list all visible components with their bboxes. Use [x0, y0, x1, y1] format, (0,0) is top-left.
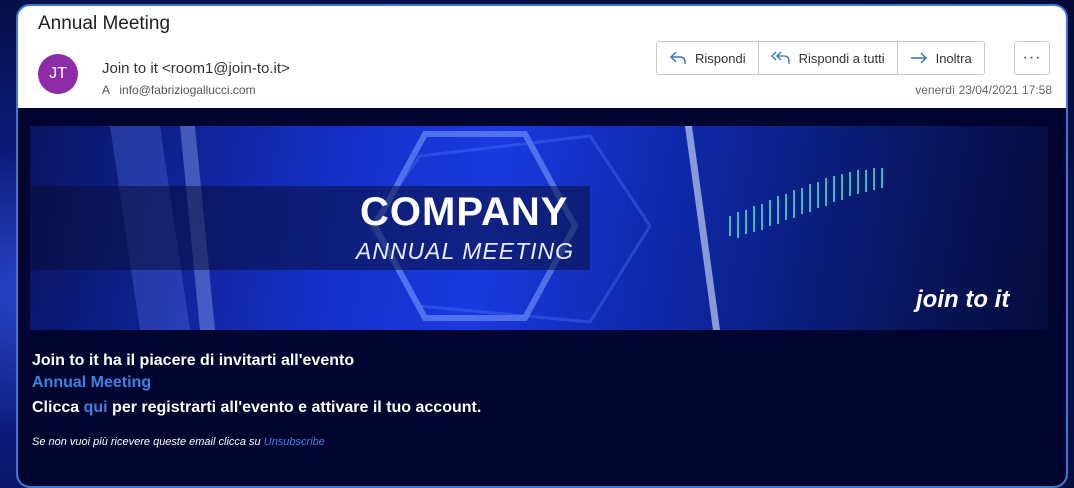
- recipient-prefix: A: [102, 83, 111, 97]
- sender-avatar[interactable]: JT: [38, 54, 78, 94]
- reply-label: Rispondi: [695, 50, 746, 66]
- register-line: Clicca qui per registrarti all'evento e …: [32, 399, 481, 417]
- email-date: venerdì 23/04/2021 17:58: [915, 83, 1052, 97]
- register-text-before: Clicca: [32, 399, 80, 416]
- email-subject: Annual Meeting: [38, 13, 171, 34]
- invite-text: Join to it ha il piacere di invitarti al…: [32, 352, 355, 369]
- unsubscribe-link[interactable]: Unsubscribe: [264, 436, 325, 448]
- event-name-link[interactable]: Annual Meeting: [32, 374, 151, 392]
- reply-all-label: Rispondi a tutti: [798, 50, 885, 66]
- register-text-after: per registrarti all'evento e attivare il…: [112, 399, 482, 416]
- recipient-address[interactable]: info@fabriziogallucci.com: [119, 83, 255, 97]
- banner-subtitle: ANNUAL MEETING: [356, 238, 575, 264]
- email-window: Annual Meeting JT Join to it <room1@join…: [16, 4, 1068, 488]
- reply-button[interactable]: Rispondi: [657, 42, 759, 74]
- unsubscribe-text: Se non vuoi più ricevere queste email cl…: [32, 436, 261, 448]
- forward-label: Inoltra: [935, 50, 972, 66]
- reply-all-icon: [770, 51, 790, 64]
- recipient-line: A info@fabriziogallucci.com: [102, 83, 256, 97]
- forward-button[interactable]: Inoltra: [898, 42, 984, 74]
- reply-all-button[interactable]: Rispondi a tutti: [759, 42, 898, 74]
- unsubscribe-line: Se non vuoi più ricevere queste email cl…: [32, 436, 325, 448]
- sender-name[interactable]: Join to it <room1@join-to.it>: [102, 60, 290, 77]
- register-link[interactable]: qui: [84, 399, 108, 416]
- join-to-it-logo: join to it: [916, 286, 1010, 313]
- forward-icon: [910, 52, 927, 64]
- banner-title: COMPANY: [360, 190, 569, 234]
- email-body: COMPANY ANNUAL MEETING join to it Join t…: [18, 108, 1066, 486]
- reply-icon: [670, 51, 686, 64]
- email-actions: Rispondi Rispondi a tutti Inoltra: [656, 41, 985, 75]
- event-banner: COMPANY ANNUAL MEETING join to it: [30, 126, 1048, 330]
- more-actions-button[interactable]: ···: [1014, 41, 1050, 75]
